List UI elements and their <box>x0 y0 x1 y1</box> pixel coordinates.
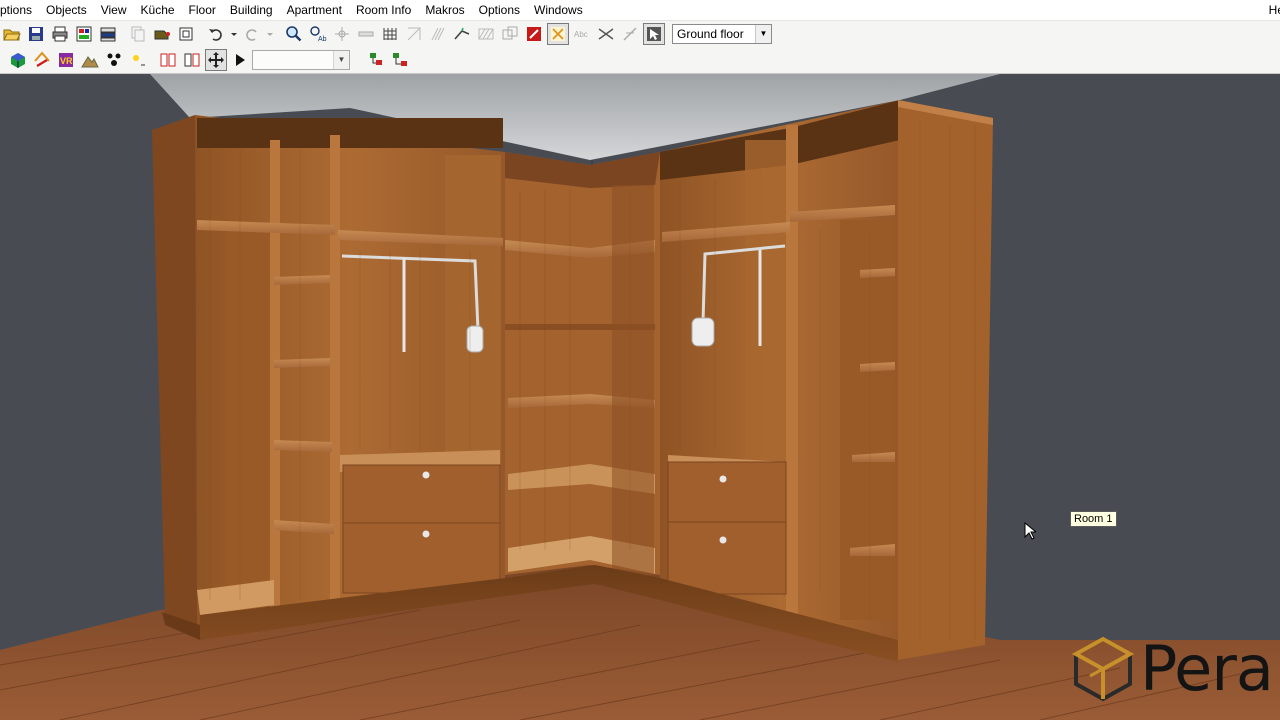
undo-icon[interactable] <box>205 23 227 45</box>
menu-options[interactable]: Options <box>472 0 527 20</box>
redo-dropdown-icon[interactable] <box>265 23 275 45</box>
hatch-icon[interactable] <box>427 23 449 45</box>
pointer-select-icon[interactable] <box>643 22 665 45</box>
secondary-toolbar: VR ▼ <box>0 46 1280 74</box>
viewport-3d[interactable]: Room 1 Pera 3 <box>0 74 1280 720</box>
app-window: ptions Objects View Küche Floor Building… <box>0 0 1280 720</box>
dimension-icon[interactable] <box>595 23 617 45</box>
print-preview-icon[interactable] <box>73 23 95 45</box>
paste-icon[interactable] <box>175 23 197 45</box>
view-3d-icon[interactable] <box>7 49 29 71</box>
main-toolbar: Ab Abc Ground floor ▼ <box>0 20 1280 46</box>
menu-building[interactable]: Building <box>223 0 280 20</box>
print-icon[interactable] <box>49 23 71 45</box>
terrain-icon[interactable] <box>79 49 101 71</box>
redo-icon[interactable] <box>241 23 263 45</box>
move-icon[interactable] <box>205 48 227 71</box>
zoom-fit-icon[interactable]: Ab <box>307 23 329 45</box>
layers-icon[interactable] <box>97 23 119 45</box>
menu-view[interactable]: View <box>94 0 134 20</box>
measure-icon[interactable] <box>355 23 377 45</box>
duplicate-icon[interactable] <box>499 23 521 45</box>
watermark: Pera 3 <box>1072 636 1280 702</box>
network-icon[interactable] <box>365 49 387 71</box>
menu-floor[interactable]: Floor <box>182 0 223 20</box>
render-toggle-icon[interactable] <box>547 22 569 45</box>
svg-text:Ab: Ab <box>318 36 327 43</box>
cut-icon[interactable] <box>151 23 173 45</box>
zoom-icon[interactable] <box>283 23 305 45</box>
open-folder-icon[interactable] <box>1 23 23 45</box>
chevron-down-icon[interactable]: ▼ <box>333 50 349 69</box>
vr-icon[interactable]: VR <box>55 49 77 71</box>
watermark-text: Pera 3 <box>1140 632 1280 705</box>
menu-bar: ptions Objects View Küche Floor Building… <box>0 0 1280 20</box>
grid-icon[interactable] <box>379 23 401 45</box>
text-label-icon[interactable]: Abc <box>571 23 593 45</box>
svg-text:VR: VR <box>60 56 73 66</box>
snap-grid-icon[interactable] <box>331 23 353 45</box>
menu-makros[interactable]: Makros <box>418 0 471 20</box>
view-select[interactable]: ▼ <box>252 49 350 70</box>
copy-icon[interactable] <box>127 23 149 45</box>
menu-kuche[interactable]: Küche <box>134 0 182 20</box>
ortho-icon[interactable] <box>403 23 425 45</box>
svg-text:Abc: Abc <box>574 30 588 39</box>
split-icon[interactable] <box>157 49 179 71</box>
floor-select-value: Ground floor <box>677 26 744 41</box>
menu-options-partial[interactable]: ptions <box>0 0 39 20</box>
menu-room-info[interactable]: Room Info <box>349 0 418 20</box>
menu-help-partial[interactable]: He <box>1269 0 1280 20</box>
mouse-cursor-icon <box>1024 522 1036 540</box>
pattern-icon[interactable] <box>475 23 497 45</box>
pera-logo-icon <box>1072 636 1134 702</box>
line-tool-icon[interactable] <box>619 23 641 45</box>
floor-select[interactable]: Ground floor ▼ <box>672 23 772 44</box>
sun-icon[interactable] <box>127 49 149 71</box>
chevron-down-icon[interactable]: ▼ <box>755 24 771 43</box>
connect-icon[interactable] <box>389 49 411 71</box>
wall-tool-icon[interactable] <box>451 23 473 45</box>
menu-apartment[interactable]: Apartment <box>280 0 349 20</box>
room-tooltip: Room 1 <box>1070 511 1117 527</box>
shade-icon[interactable] <box>103 49 125 71</box>
menu-objects[interactable]: Objects <box>39 0 94 20</box>
lighting-icon[interactable] <box>31 49 53 71</box>
delete-select-icon[interactable] <box>523 23 545 45</box>
save-icon[interactable] <box>25 23 47 45</box>
menu-windows[interactable]: Windows <box>527 0 590 20</box>
mirror-icon[interactable] <box>181 49 203 71</box>
scene-render <box>0 74 1280 720</box>
play-arrow-icon[interactable] <box>229 49 251 71</box>
undo-dropdown-icon[interactable] <box>229 23 239 45</box>
